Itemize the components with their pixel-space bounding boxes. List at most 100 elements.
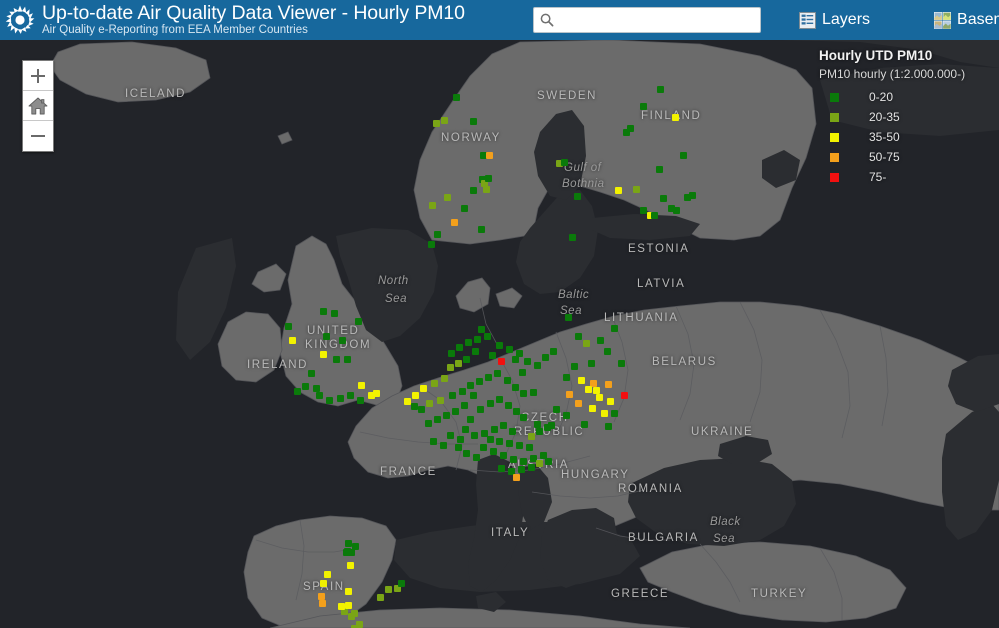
station-marker[interactable] (345, 602, 352, 609)
station-marker[interactable] (449, 392, 456, 399)
station-marker[interactable] (519, 369, 526, 376)
zoom-in-button[interactable] (23, 61, 53, 91)
station-marker[interactable] (561, 159, 568, 166)
station-marker[interactable] (404, 398, 411, 405)
station-marker[interactable] (443, 412, 450, 419)
station-marker[interactable] (313, 385, 320, 392)
station-marker[interactable] (545, 458, 552, 465)
station-marker[interactable] (453, 94, 460, 101)
station-marker[interactable] (588, 360, 595, 367)
station-marker[interactable] (440, 442, 447, 449)
station-marker[interactable] (491, 426, 498, 433)
station-marker[interactable] (516, 350, 523, 357)
station-marker[interactable] (593, 387, 600, 394)
station-marker[interactable] (302, 383, 309, 390)
station-marker[interactable] (480, 444, 487, 451)
station-marker[interactable] (506, 346, 513, 353)
station-marker[interactable] (534, 421, 541, 428)
station-marker[interactable] (451, 219, 458, 226)
station-marker[interactable] (513, 474, 520, 481)
station-marker[interactable] (505, 402, 512, 409)
station-marker[interactable] (448, 350, 455, 357)
station-marker[interactable] (487, 400, 494, 407)
station-marker[interactable] (689, 192, 696, 199)
station-marker[interactable] (294, 388, 301, 395)
station-marker[interactable] (441, 375, 448, 382)
station-marker[interactable] (509, 428, 516, 435)
station-marker[interactable] (542, 354, 549, 361)
station-marker[interactable] (320, 351, 327, 358)
station-marker[interactable] (569, 234, 576, 241)
layers-button[interactable]: Layers (797, 0, 872, 40)
station-marker[interactable] (478, 326, 485, 333)
station-marker[interactable] (476, 378, 483, 385)
station-marker[interactable] (494, 370, 501, 377)
station-marker[interactable] (411, 403, 418, 410)
station-marker[interactable] (457, 436, 464, 443)
search-box[interactable] (533, 7, 761, 33)
station-marker[interactable] (656, 166, 663, 173)
station-marker[interactable] (605, 423, 612, 430)
station-marker[interactable] (544, 424, 551, 431)
station-marker[interactable] (434, 231, 441, 238)
station-marker[interactable] (431, 380, 438, 387)
station-marker[interactable] (320, 580, 327, 587)
station-marker[interactable] (412, 392, 419, 399)
station-marker[interactable] (536, 428, 543, 435)
station-marker[interactable] (660, 195, 667, 202)
station-marker[interactable] (578, 377, 585, 384)
station-marker[interactable] (607, 398, 614, 405)
station-marker[interactable] (498, 465, 505, 472)
station-marker[interactable] (462, 426, 469, 433)
station-marker[interactable] (673, 207, 680, 214)
station-marker[interactable] (461, 402, 468, 409)
station-marker[interactable] (500, 452, 507, 459)
station-marker[interactable] (640, 207, 647, 214)
station-marker[interactable] (467, 416, 474, 423)
station-marker[interactable] (463, 450, 470, 457)
station-marker[interactable] (345, 540, 352, 547)
station-marker[interactable] (563, 412, 570, 419)
station-marker[interactable] (425, 420, 432, 427)
station-marker[interactable] (498, 358, 505, 365)
station-marker[interactable] (528, 464, 535, 471)
station-marker[interactable] (358, 382, 365, 389)
station-marker[interactable] (605, 381, 612, 388)
station-marker[interactable] (486, 152, 493, 159)
station-marker[interactable] (583, 340, 590, 347)
station-marker[interactable] (680, 152, 687, 159)
station-marker[interactable] (333, 356, 340, 363)
station-marker[interactable] (530, 389, 537, 396)
station-marker[interactable] (496, 438, 503, 445)
station-marker[interactable] (611, 325, 618, 332)
station-marker[interactable] (512, 356, 519, 363)
station-marker[interactable] (463, 356, 470, 363)
station-marker[interactable] (550, 348, 557, 355)
station-marker[interactable] (672, 114, 679, 121)
station-marker[interactable] (520, 414, 527, 421)
station-marker[interactable] (581, 421, 588, 428)
station-marker[interactable] (319, 600, 326, 607)
station-marker[interactable] (323, 333, 330, 340)
station-marker[interactable] (633, 186, 640, 193)
station-marker[interactable] (347, 562, 354, 569)
map-viewport[interactable]: ICELANDSWEDENFINLANDNORWAYESTONIALATVIAL… (0, 40, 999, 628)
station-marker[interactable] (444, 194, 451, 201)
station-marker[interactable] (518, 466, 525, 473)
station-marker[interactable] (345, 588, 352, 595)
station-marker[interactable] (426, 400, 433, 407)
station-marker[interactable] (470, 392, 477, 399)
station-marker[interactable] (455, 360, 462, 367)
station-marker[interactable] (430, 438, 437, 445)
station-marker[interactable] (331, 310, 338, 317)
station-marker[interactable] (368, 392, 375, 399)
station-marker[interactable] (285, 323, 292, 330)
station-marker[interactable] (485, 374, 492, 381)
station-marker[interactable] (601, 410, 608, 417)
station-marker[interactable] (377, 594, 384, 601)
station-marker[interactable] (456, 344, 463, 351)
station-marker[interactable] (528, 433, 535, 440)
station-marker[interactable] (338, 603, 345, 610)
station-marker[interactable] (467, 382, 474, 389)
station-marker[interactable] (490, 448, 497, 455)
